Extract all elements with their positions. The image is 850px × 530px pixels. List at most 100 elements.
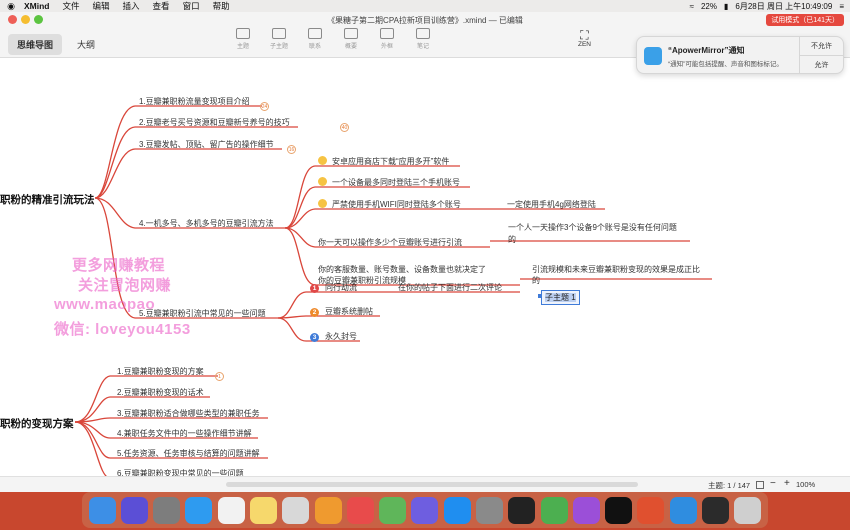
calendar-icon[interactable] xyxy=(217,496,245,524)
topic4-sub-accounts[interactable]: 一个人一天操作3个设备9个账号是没有任何问题 xyxy=(508,222,677,233)
subtopic-button[interactable]: 子主题 xyxy=(268,28,290,50)
selected-subtopic[interactable]: 子主题 1 xyxy=(541,290,580,305)
topic4-sub-4g[interactable]: 一定使用手机4g网络登陆 xyxy=(507,199,596,210)
photos-icon[interactable] xyxy=(314,496,342,524)
video-player-icon[interactable] xyxy=(540,496,568,524)
summary-button[interactable]: 概要 xyxy=(340,28,362,50)
menu-help[interactable]: 帮助 xyxy=(213,0,230,12)
allow-button[interactable]: 允许 xyxy=(800,55,843,73)
topic2-1[interactable]: 1.豆瓣兼职粉变现的方案 xyxy=(117,366,204,377)
topic2-6[interactable]: 6.豆瓣兼职粉变现中常见的一些问题 xyxy=(117,468,244,476)
menu-window[interactable]: 窗口 xyxy=(183,0,200,12)
obs-icon[interactable] xyxy=(701,496,729,524)
main-topic-traffic-methods[interactable]: 职粉的精准引流玩法 xyxy=(0,192,95,207)
smile-emoji-icon xyxy=(318,156,327,165)
horizontal-scrollbar[interactable] xyxy=(226,482,638,487)
subtopic-button-label: 子主题 xyxy=(269,44,288,50)
notes-app-icon[interactable] xyxy=(250,496,278,524)
notification-banner[interactable]: “ApowerMirror”通知 “通知”可能包括提醒、声音和图标标记。 不允许… xyxy=(636,36,844,74)
topic5-child-2[interactable]: 2 豆瓣系统删帖 xyxy=(310,306,373,317)
topic4-sub-scale[interactable]: 引流规模和未来豆瓣兼职粉变现的效果是成正比 xyxy=(532,264,700,275)
topic2-2[interactable]: 2.豆瓣兼职粉变现的话术 xyxy=(117,387,204,398)
topic5-child-2-label: 豆瓣系统删帖 xyxy=(325,307,373,316)
topic4-sub-accounts-end[interactable]: 的 xyxy=(508,234,516,245)
deny-button[interactable]: 不允许 xyxy=(800,37,843,55)
control-center-icon[interactable]: ≡ xyxy=(839,2,844,11)
app-store-icon[interactable] xyxy=(443,496,471,524)
zoom-level[interactable]: 100% xyxy=(796,480,815,489)
tab-outline[interactable]: 大纲 xyxy=(68,34,104,55)
facetime-icon[interactable] xyxy=(346,496,374,524)
clock[interactable]: 6月28日 周日 上午10:49:09 xyxy=(735,1,832,12)
topic4-child-1[interactable]: 安卓应用商店下载“应用多开”软件 xyxy=(318,156,449,167)
notes-icon xyxy=(416,28,430,39)
xmind-icon[interactable] xyxy=(637,496,665,524)
keynote-icon[interactable] xyxy=(411,496,439,524)
menu-insert[interactable]: 插入 xyxy=(123,0,140,12)
topic4-sub-scale-end[interactable]: 的 xyxy=(532,275,540,286)
numbers-icon[interactable] xyxy=(379,496,407,524)
topic5-sub-comment[interactable]: 在你的帖子下面进行二次评论 xyxy=(398,282,502,293)
tab-mindmap[interactable]: 思维导图 xyxy=(8,34,63,55)
collapse-badge-16[interactable]: 16 xyxy=(287,145,296,154)
main-topic-monetization[interactable]: 职粉的变现方案 xyxy=(0,416,74,431)
apple-icon[interactable]: ◉ xyxy=(6,1,16,12)
menu-edit[interactable]: 编辑 xyxy=(93,0,110,12)
siri-icon[interactable] xyxy=(120,496,148,524)
boundary-button-label: 外框 xyxy=(380,44,393,50)
mindmap-canvas[interactable]: 职粉的精准引流玩法 1.豆瓣兼职粉流量变现项目介绍 24 2.豆瓣老号买号资源和… xyxy=(0,58,850,476)
wifi-icon[interactable]: ≈ xyxy=(690,2,694,11)
topic-4[interactable]: 4.一机多号、多机多号的豆瓣引流方法 xyxy=(139,218,274,229)
collapse-badge-1[interactable]: 1 xyxy=(215,372,224,381)
menu-app-name[interactable]: XMind xyxy=(24,1,50,11)
topic2-5[interactable]: 5.任务资源、任务审核与结算的问题讲解 xyxy=(117,448,260,459)
macos-menubar: ◉ XMind 文件 编辑 插入 查看 窗口 帮助 ≈ 22% ▮ 6月28日 … xyxy=(0,0,850,12)
qq-icon[interactable] xyxy=(508,496,536,524)
collapse-badge-24[interactable]: 24 xyxy=(260,102,269,111)
topic4-child-2[interactable]: 一个设备最多同时登陆三个手机账号 xyxy=(318,177,460,188)
menubar-status: ≈ 22% ▮ 6月28日 周日 上午10:49:09 ≡ xyxy=(690,0,844,12)
system-preferences-icon[interactable] xyxy=(476,496,504,524)
safari-icon[interactable] xyxy=(185,496,213,524)
apple-tv-icon[interactable] xyxy=(605,496,633,524)
notification-actions: 不允许 允许 xyxy=(799,37,843,73)
notes-button[interactable]: 笔记 xyxy=(412,28,434,50)
xmind-window: 《果糖子第二期CPA拉新项目训练营》.xmind — 已编辑 试用模式（已141… xyxy=(0,12,850,492)
topic4-child-4[interactable]: 你一天可以操作多少个豆瓣账号进行引流 xyxy=(318,237,462,248)
apowermirror-app-icon xyxy=(644,47,662,65)
zoom-out-icon[interactable]: − xyxy=(770,478,776,489)
launchpad-icon[interactable] xyxy=(153,496,181,524)
apowermirror-icon[interactable] xyxy=(669,496,697,524)
boundary-icon xyxy=(380,28,394,39)
relationship-button[interactable]: 联系 xyxy=(304,28,326,50)
maps-icon[interactable] xyxy=(282,496,310,524)
podcasts-icon[interactable] xyxy=(572,496,600,524)
topic5-child-1[interactable]: 1 同行劫流 xyxy=(310,282,357,293)
topic4-child-3[interactable]: 严禁使用手机WIFI同时登陆多个账号 xyxy=(318,199,461,210)
zen-button[interactable]: ⛶ ZEN xyxy=(578,29,591,48)
topic2-4[interactable]: 4.兼职任务文件中的一些操作细节讲解 xyxy=(117,428,252,439)
zoom-in-icon[interactable]: + xyxy=(784,478,790,489)
topic-count: 主题: 1 / 147 xyxy=(708,481,751,490)
boundary-button[interactable]: 外框 xyxy=(376,28,398,50)
topic-1[interactable]: 1.豆瓣兼职粉流量变现项目介绍 xyxy=(139,96,250,107)
watermark-line-3: www.maopao xyxy=(54,296,156,313)
fit-map-icon[interactable] xyxy=(756,481,764,489)
relationship-button-label: 联系 xyxy=(308,44,321,50)
trash-icon[interactable] xyxy=(734,496,762,524)
topic4-child-5[interactable]: 你的客服数量、账号数量、设备数量也就决定了 xyxy=(318,264,486,275)
menu-file[interactable]: 文件 xyxy=(63,0,80,12)
topic2-3[interactable]: 3.豆瓣兼职粉适合做哪些类型的兼职任务 xyxy=(117,408,260,419)
menu-view[interactable]: 查看 xyxy=(153,0,170,12)
collapse-badge-40[interactable]: 40 xyxy=(340,123,349,132)
number-3-icon: 3 xyxy=(310,333,319,342)
watermark-line-1: 更多网赚教程 xyxy=(72,257,166,274)
topic-button[interactable]: 主题 xyxy=(232,28,254,50)
battery-icon[interactable]: ▮ xyxy=(724,2,728,11)
trial-badge[interactable]: 试用模式（已141天） xyxy=(766,14,844,26)
topic5-child-3[interactable]: 3 永久封号 xyxy=(310,331,357,342)
battery-percent[interactable]: 22% xyxy=(701,2,717,11)
topic-2[interactable]: 2.豆瓣老号买号资源和豆瓣新号养号的技巧 xyxy=(139,117,290,128)
topic-3[interactable]: 3.豆瓣发帖、顶贴、留广告的操作细节 xyxy=(139,139,274,150)
finder-icon[interactable] xyxy=(88,496,116,524)
